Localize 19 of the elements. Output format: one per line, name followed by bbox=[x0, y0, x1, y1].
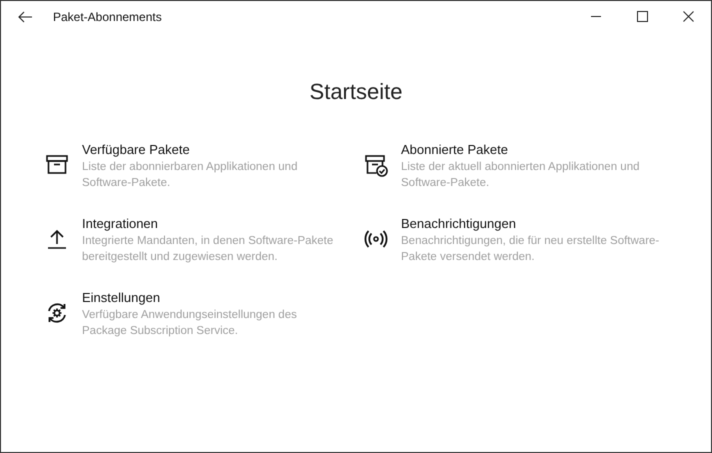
archive-box-icon bbox=[45, 153, 69, 177]
maximize-icon[interactable] bbox=[637, 11, 648, 22]
item-description: Integrierte Mandanten, in denen Software-Pakete bereitgestellt und zugewiesen werden. bbox=[82, 234, 334, 265]
window-title: Paket-Abonnements bbox=[53, 10, 162, 24]
close-icon[interactable] bbox=[683, 11, 694, 22]
back-icon[interactable] bbox=[18, 10, 32, 22]
item-description: Benachrichtigungen, die für neu erstellte Software-Pakete versendet werden. bbox=[401, 234, 660, 265]
upload-arrow-icon bbox=[45, 227, 69, 251]
item-title[interactable]: Benachrichtigungen bbox=[401, 215, 661, 233]
gear-sync-icon bbox=[45, 301, 69, 325]
item-description: Liste der aktuell abonnierten Applikationen und Software-Pakete. bbox=[401, 160, 640, 191]
item-title[interactable]: Integrationen bbox=[82, 215, 342, 233]
page-heading: Startseite bbox=[308, 79, 404, 105]
item-description: Liste der abonnierbaren Applikationen und Software-Pakete. bbox=[82, 160, 298, 191]
item-title[interactable]: Abonnierte Pakete bbox=[401, 141, 661, 159]
item-title[interactable]: Einstellungen bbox=[82, 289, 342, 307]
item-title[interactable]: Verfügbare Pakete bbox=[82, 141, 342, 159]
item-description: Verfügbare Anwendungseinstellungen des Package Subscription Service. bbox=[82, 308, 298, 339]
archive-box-check-icon bbox=[364, 153, 388, 177]
